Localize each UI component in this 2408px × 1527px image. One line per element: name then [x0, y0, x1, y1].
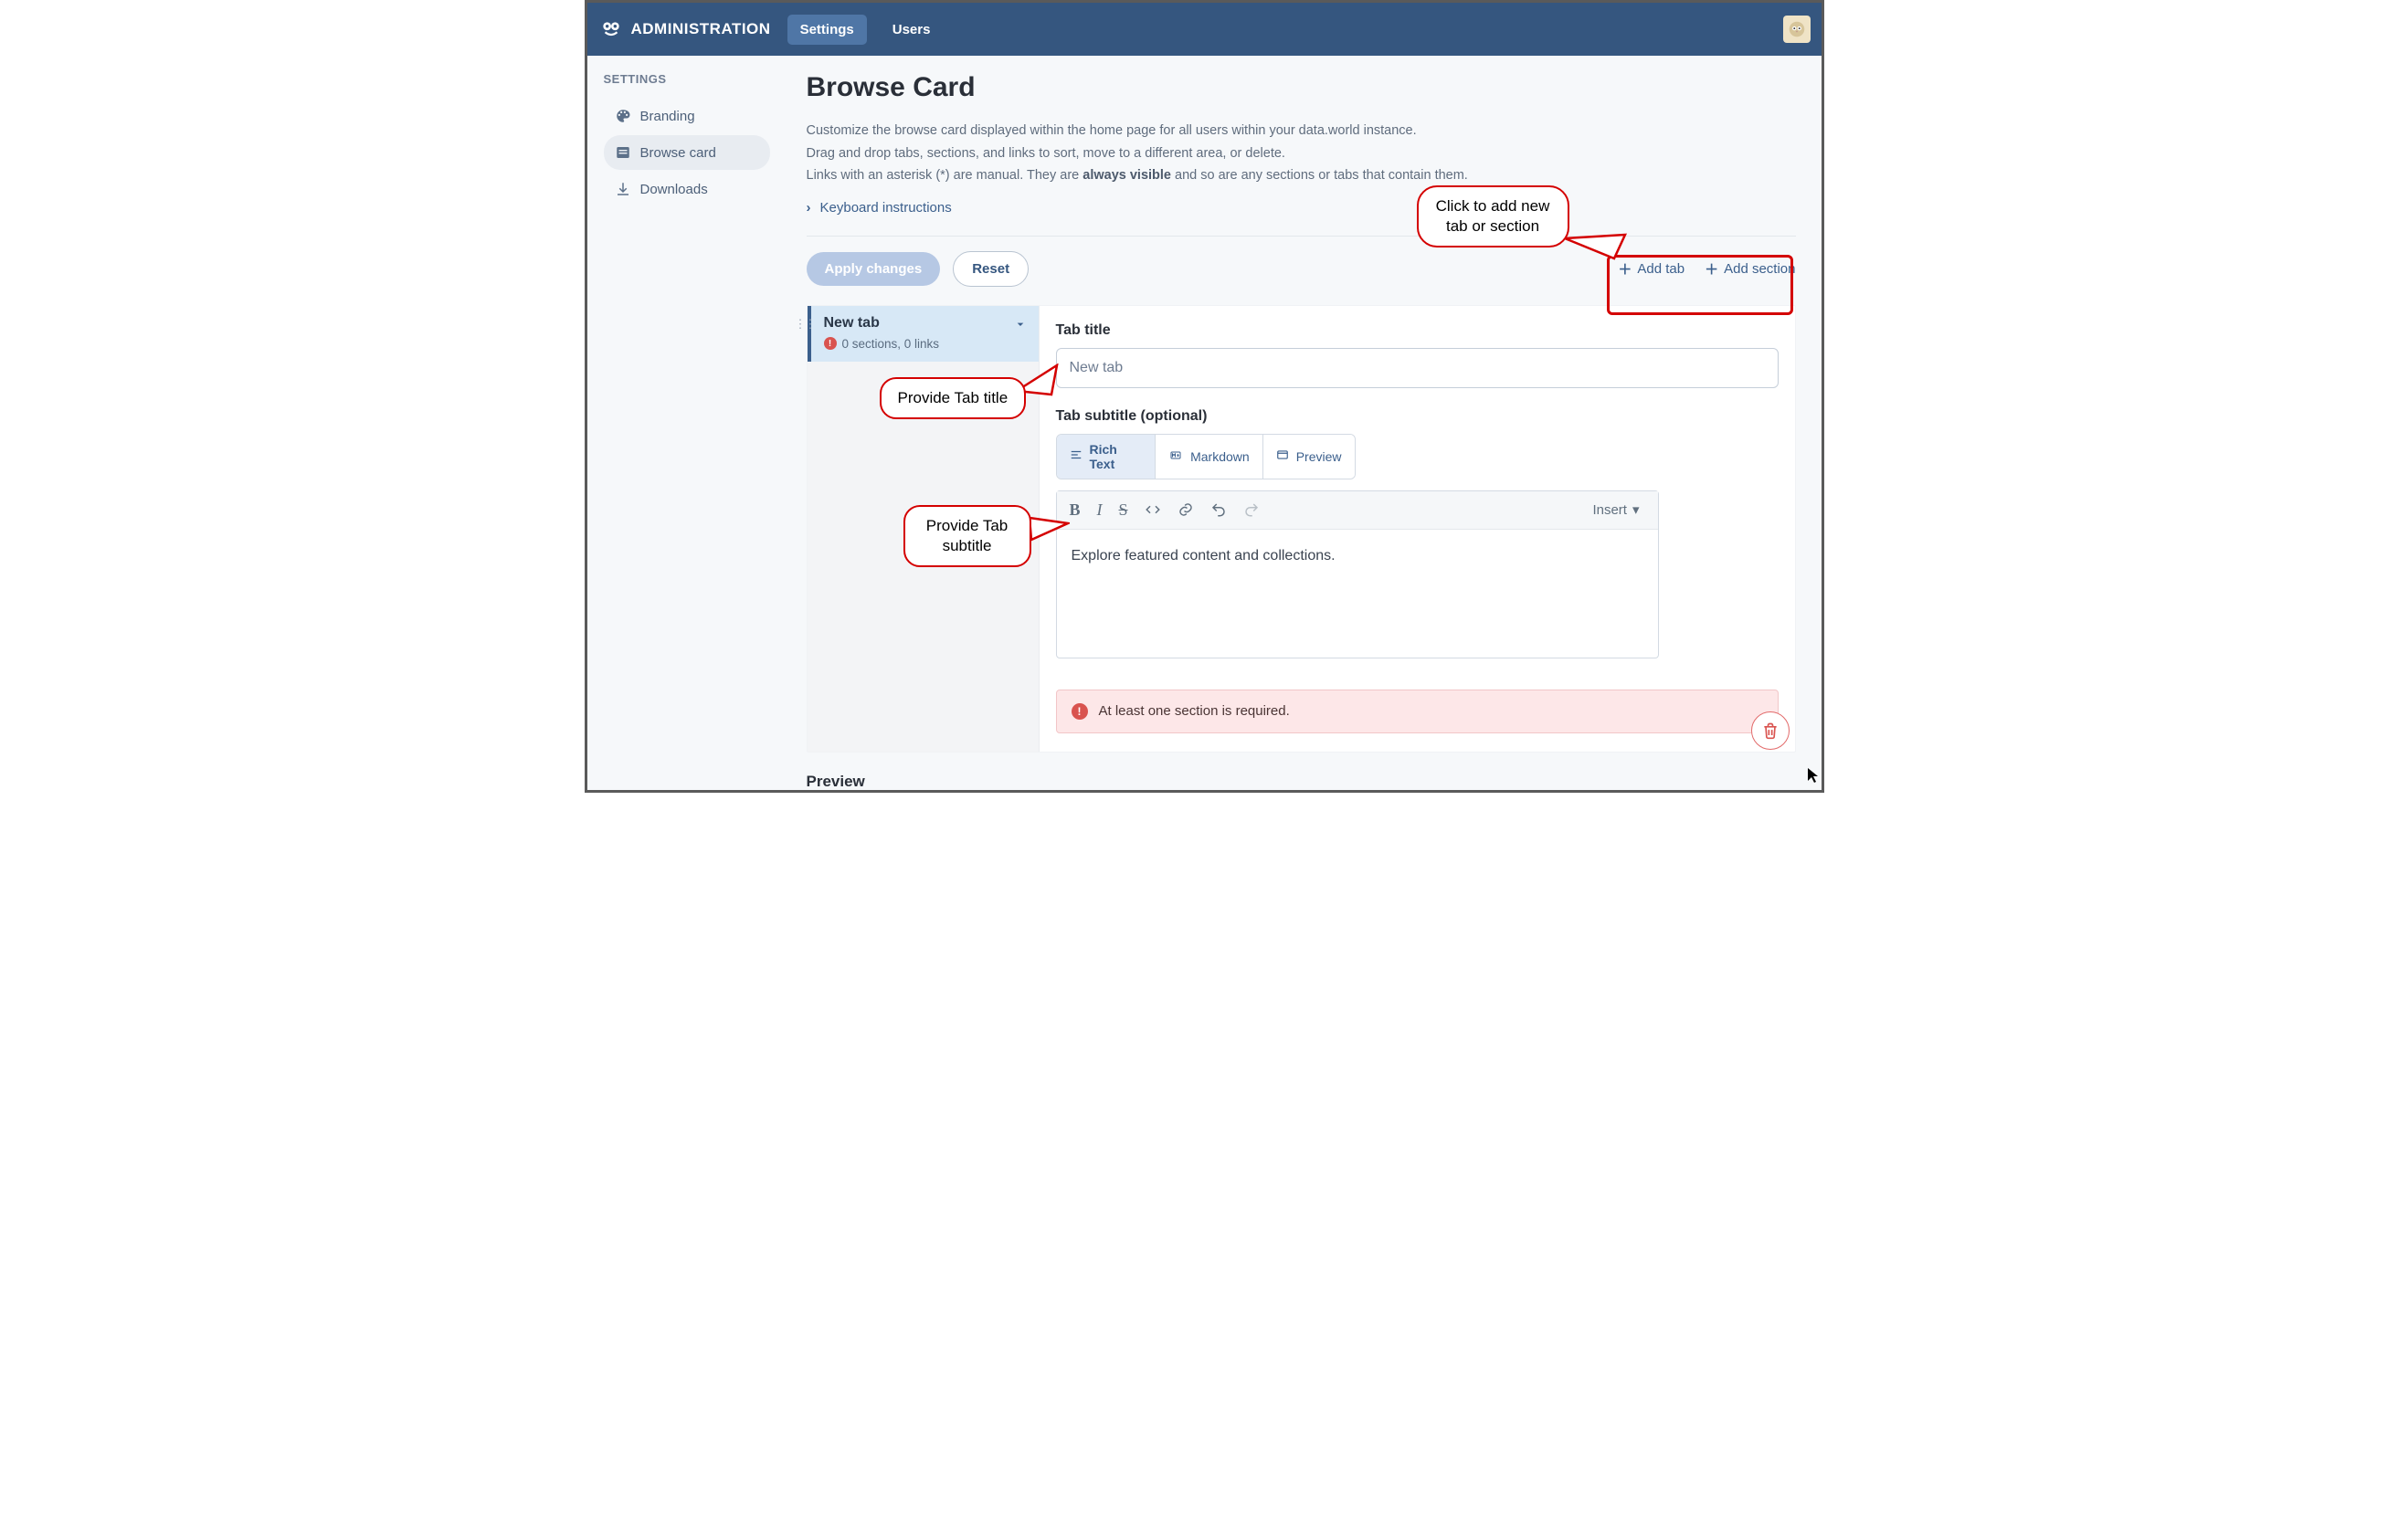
admin-title: ADMINISTRATION [631, 20, 771, 38]
error-text: At least one section is required. [1099, 703, 1290, 719]
main-content: Browse Card Customize the browse card di… [779, 56, 1822, 790]
editor-body[interactable]: Explore featured content and collections… [1057, 530, 1658, 658]
tab-editor: Tab title Tab subtitle (optional) Rich T… [1040, 306, 1795, 752]
download-icon [615, 181, 631, 197]
editor-mode-tabs: Rich Text Markdown Preview [1056, 434, 1356, 479]
divider [807, 236, 1796, 237]
add-section-label: Add section [1724, 261, 1795, 277]
tab-item-meta: 0 sections, 0 links [842, 337, 940, 351]
sidebar-title: SETTINGS [604, 72, 770, 86]
mode-tab-rich-text[interactable]: Rich Text [1057, 435, 1156, 479]
error-alert: ! At least one section is required. [1056, 690, 1779, 733]
annotation-callout-title: Provide Tab title [880, 377, 1027, 419]
tab-item-name: New tab [824, 315, 1026, 332]
strikethrough-button[interactable]: S [1119, 500, 1128, 520]
markdown-icon [1168, 449, 1183, 464]
drag-handle-icon[interactable]: ⋮⋮ [795, 317, 815, 332]
redo-button[interactable] [1243, 501, 1260, 518]
annotation-callout-subtitle: Provide Tab subtitle [903, 505, 1031, 567]
logo-icon [598, 16, 624, 42]
plus-icon: ＋ [1705, 259, 1718, 279]
card-icon [615, 144, 631, 161]
warning-icon: ! [824, 337, 837, 350]
tab-subtitle-label: Tab subtitle (optional) [1056, 408, 1779, 425]
add-tab-link[interactable]: ＋ Add tab [1618, 259, 1685, 279]
mode-tab-markdown[interactable]: Markdown [1156, 435, 1263, 479]
sidebar-item-label: Browse card [640, 145, 716, 161]
sidebar-item-label: Branding [640, 109, 695, 124]
page-descr-2: Drag and drop tabs, sections, and links … [807, 142, 1796, 165]
page-descr-1: Customize the browse card displayed with… [807, 120, 1796, 142]
palette-icon [615, 108, 631, 124]
sidebar-item-downloads[interactable]: Downloads [604, 172, 770, 206]
sidebar-item-browse-card[interactable]: Browse card [604, 135, 770, 170]
sidebar-item-label: Downloads [640, 182, 708, 197]
rich-text-editor: B I S Insert ▾ Explore fe [1056, 490, 1659, 658]
tab-title-input[interactable] [1056, 348, 1779, 388]
page-descr-3: Links with an asterisk (*) are manual. T… [807, 164, 1796, 187]
italic-button[interactable]: I [1097, 500, 1103, 520]
top-nav: ADMINISTRATION Settings Users [587, 3, 1822, 56]
tab-title-label: Tab title [1056, 322, 1779, 339]
mode-tab-preview[interactable]: Preview [1263, 435, 1355, 479]
sidebar-item-branding[interactable]: Branding [604, 99, 770, 133]
caret-down-icon: ▾ [1632, 501, 1640, 518]
keyboard-instructions-toggle[interactable]: › Keyboard instructions [807, 200, 1796, 216]
chevron-right-icon: › [807, 200, 811, 216]
add-section-link[interactable]: ＋ Add section [1705, 259, 1795, 279]
tab-item[interactable]: ⋮⋮ New tab ! 0 sections, 0 links [808, 306, 1039, 362]
link-button[interactable] [1178, 501, 1194, 518]
editor-toolbar: B I S Insert ▾ [1057, 491, 1658, 530]
preview-icon [1276, 448, 1289, 464]
apply-changes-button[interactable]: Apply changes [807, 252, 941, 286]
avatar[interactable] [1783, 16, 1811, 43]
code-button[interactable] [1145, 501, 1161, 518]
preview-heading: Preview [807, 773, 1796, 790]
error-icon: ! [1072, 703, 1088, 720]
nav-tab-settings[interactable]: Settings [787, 15, 867, 45]
reset-button[interactable]: Reset [953, 251, 1029, 287]
keyboard-instructions-label: Keyboard instructions [820, 200, 952, 216]
bold-button[interactable]: B [1070, 500, 1081, 520]
page-title: Browse Card [807, 72, 1796, 103]
chevron-down-icon[interactable] [1013, 317, 1028, 336]
annotation-callout-top: Click to add new tab or section [1417, 185, 1569, 247]
delete-tab-button[interactable] [1751, 711, 1790, 750]
insert-dropdown[interactable]: Insert ▾ [1592, 501, 1639, 518]
sidebar: SETTINGS Branding Browse card Downloads [587, 56, 779, 790]
cursor-icon [1807, 767, 1820, 788]
undo-button[interactable] [1210, 501, 1227, 518]
richtext-icon [1070, 448, 1083, 464]
plus-icon: ＋ [1618, 259, 1632, 279]
action-row: Apply changes Reset ＋ Add tab ＋ Add sect… [807, 251, 1796, 287]
nav-tab-users[interactable]: Users [880, 15, 944, 45]
add-tab-label: Add tab [1637, 261, 1685, 277]
